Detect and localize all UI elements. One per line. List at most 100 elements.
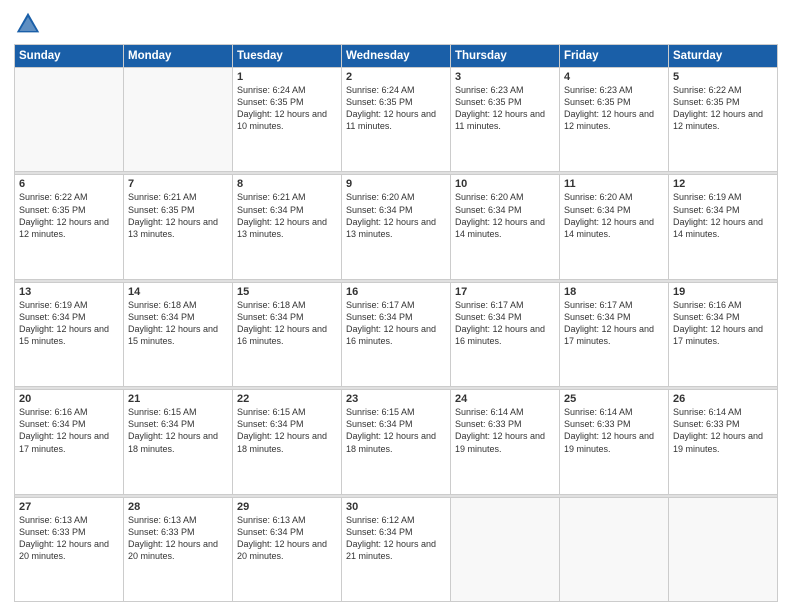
day-number: 21 bbox=[128, 393, 228, 405]
weekday-header: Tuesday bbox=[233, 45, 342, 68]
calendar-week-row: 13Sunrise: 6:19 AM Sunset: 6:34 PM Dayli… bbox=[15, 282, 778, 386]
calendar-cell: 4Sunrise: 6:23 AM Sunset: 6:35 PM Daylig… bbox=[560, 68, 669, 172]
calendar-cell: 20Sunrise: 6:16 AM Sunset: 6:34 PM Dayli… bbox=[15, 390, 124, 494]
calendar-cell bbox=[669, 497, 778, 601]
calendar-cell: 2Sunrise: 6:24 AM Sunset: 6:35 PM Daylig… bbox=[342, 68, 451, 172]
day-info: Sunrise: 6:24 AM Sunset: 6:35 PM Dayligh… bbox=[346, 84, 446, 133]
calendar-cell: 6Sunrise: 6:22 AM Sunset: 6:35 PM Daylig… bbox=[15, 175, 124, 279]
calendar-cell: 8Sunrise: 6:21 AM Sunset: 6:34 PM Daylig… bbox=[233, 175, 342, 279]
day-number: 12 bbox=[673, 178, 773, 190]
day-info: Sunrise: 6:14 AM Sunset: 6:33 PM Dayligh… bbox=[673, 406, 773, 455]
calendar-cell: 30Sunrise: 6:12 AM Sunset: 6:34 PM Dayli… bbox=[342, 497, 451, 601]
calendar-cell: 11Sunrise: 6:20 AM Sunset: 6:34 PM Dayli… bbox=[560, 175, 669, 279]
header bbox=[14, 10, 778, 38]
calendar-cell: 25Sunrise: 6:14 AM Sunset: 6:33 PM Dayli… bbox=[560, 390, 669, 494]
day-info: Sunrise: 6:19 AM Sunset: 6:34 PM Dayligh… bbox=[673, 191, 773, 240]
day-info: Sunrise: 6:15 AM Sunset: 6:34 PM Dayligh… bbox=[237, 406, 337, 455]
calendar-week-row: 1Sunrise: 6:24 AM Sunset: 6:35 PM Daylig… bbox=[15, 68, 778, 172]
day-number: 5 bbox=[673, 71, 773, 83]
calendar-cell: 29Sunrise: 6:13 AM Sunset: 6:34 PM Dayli… bbox=[233, 497, 342, 601]
calendar-week-row: 27Sunrise: 6:13 AM Sunset: 6:33 PM Dayli… bbox=[15, 497, 778, 601]
day-number: 9 bbox=[346, 178, 446, 190]
day-number: 7 bbox=[128, 178, 228, 190]
weekday-header: Saturday bbox=[669, 45, 778, 68]
calendar-cell: 10Sunrise: 6:20 AM Sunset: 6:34 PM Dayli… bbox=[451, 175, 560, 279]
weekday-header: Friday bbox=[560, 45, 669, 68]
day-number: 18 bbox=[564, 286, 664, 298]
day-info: Sunrise: 6:21 AM Sunset: 6:34 PM Dayligh… bbox=[237, 191, 337, 240]
day-number: 22 bbox=[237, 393, 337, 405]
calendar-cell: 21Sunrise: 6:15 AM Sunset: 6:34 PM Dayli… bbox=[124, 390, 233, 494]
day-number: 1 bbox=[237, 71, 337, 83]
weekday-header: Sunday bbox=[15, 45, 124, 68]
calendar-cell: 23Sunrise: 6:15 AM Sunset: 6:34 PM Dayli… bbox=[342, 390, 451, 494]
day-info: Sunrise: 6:17 AM Sunset: 6:34 PM Dayligh… bbox=[455, 299, 555, 348]
day-number: 14 bbox=[128, 286, 228, 298]
day-info: Sunrise: 6:15 AM Sunset: 6:34 PM Dayligh… bbox=[128, 406, 228, 455]
day-number: 17 bbox=[455, 286, 555, 298]
calendar-cell bbox=[451, 497, 560, 601]
weekday-header: Wednesday bbox=[342, 45, 451, 68]
calendar-cell: 13Sunrise: 6:19 AM Sunset: 6:34 PM Dayli… bbox=[15, 282, 124, 386]
calendar-cell: 1Sunrise: 6:24 AM Sunset: 6:35 PM Daylig… bbox=[233, 68, 342, 172]
day-info: Sunrise: 6:22 AM Sunset: 6:35 PM Dayligh… bbox=[19, 191, 119, 240]
day-number: 23 bbox=[346, 393, 446, 405]
calendar-cell: 5Sunrise: 6:22 AM Sunset: 6:35 PM Daylig… bbox=[669, 68, 778, 172]
day-info: Sunrise: 6:23 AM Sunset: 6:35 PM Dayligh… bbox=[455, 84, 555, 133]
day-info: Sunrise: 6:16 AM Sunset: 6:34 PM Dayligh… bbox=[673, 299, 773, 348]
day-number: 13 bbox=[19, 286, 119, 298]
day-number: 25 bbox=[564, 393, 664, 405]
day-number: 26 bbox=[673, 393, 773, 405]
day-info: Sunrise: 6:18 AM Sunset: 6:34 PM Dayligh… bbox=[128, 299, 228, 348]
day-info: Sunrise: 6:20 AM Sunset: 6:34 PM Dayligh… bbox=[346, 191, 446, 240]
calendar-cell bbox=[15, 68, 124, 172]
day-info: Sunrise: 6:13 AM Sunset: 6:33 PM Dayligh… bbox=[19, 514, 119, 563]
day-info: Sunrise: 6:23 AM Sunset: 6:35 PM Dayligh… bbox=[564, 84, 664, 133]
day-info: Sunrise: 6:21 AM Sunset: 6:35 PM Dayligh… bbox=[128, 191, 228, 240]
day-info: Sunrise: 6:20 AM Sunset: 6:34 PM Dayligh… bbox=[564, 191, 664, 240]
calendar-cell: 16Sunrise: 6:17 AM Sunset: 6:34 PM Dayli… bbox=[342, 282, 451, 386]
calendar-cell: 14Sunrise: 6:18 AM Sunset: 6:34 PM Dayli… bbox=[124, 282, 233, 386]
day-info: Sunrise: 6:14 AM Sunset: 6:33 PM Dayligh… bbox=[455, 406, 555, 455]
day-info: Sunrise: 6:17 AM Sunset: 6:34 PM Dayligh… bbox=[564, 299, 664, 348]
day-number: 10 bbox=[455, 178, 555, 190]
day-info: Sunrise: 6:13 AM Sunset: 6:33 PM Dayligh… bbox=[128, 514, 228, 563]
calendar-cell bbox=[124, 68, 233, 172]
calendar-cell: 3Sunrise: 6:23 AM Sunset: 6:35 PM Daylig… bbox=[451, 68, 560, 172]
calendar-table: SundayMondayTuesdayWednesdayThursdayFrid… bbox=[14, 44, 778, 602]
day-number: 27 bbox=[19, 501, 119, 513]
day-info: Sunrise: 6:24 AM Sunset: 6:35 PM Dayligh… bbox=[237, 84, 337, 133]
calendar-cell: 28Sunrise: 6:13 AM Sunset: 6:33 PM Dayli… bbox=[124, 497, 233, 601]
calendar-week-row: 20Sunrise: 6:16 AM Sunset: 6:34 PM Dayli… bbox=[15, 390, 778, 494]
day-number: 16 bbox=[346, 286, 446, 298]
day-info: Sunrise: 6:13 AM Sunset: 6:34 PM Dayligh… bbox=[237, 514, 337, 563]
day-info: Sunrise: 6:22 AM Sunset: 6:35 PM Dayligh… bbox=[673, 84, 773, 133]
calendar-week-row: 6Sunrise: 6:22 AM Sunset: 6:35 PM Daylig… bbox=[15, 175, 778, 279]
day-number: 3 bbox=[455, 71, 555, 83]
day-number: 29 bbox=[237, 501, 337, 513]
day-number: 2 bbox=[346, 71, 446, 83]
day-info: Sunrise: 6:18 AM Sunset: 6:34 PM Dayligh… bbox=[237, 299, 337, 348]
calendar-cell: 26Sunrise: 6:14 AM Sunset: 6:33 PM Dayli… bbox=[669, 390, 778, 494]
day-number: 24 bbox=[455, 393, 555, 405]
day-number: 15 bbox=[237, 286, 337, 298]
calendar-cell: 12Sunrise: 6:19 AM Sunset: 6:34 PM Dayli… bbox=[669, 175, 778, 279]
calendar-cell: 7Sunrise: 6:21 AM Sunset: 6:35 PM Daylig… bbox=[124, 175, 233, 279]
weekday-header: Monday bbox=[124, 45, 233, 68]
day-number: 11 bbox=[564, 178, 664, 190]
calendar-cell: 27Sunrise: 6:13 AM Sunset: 6:33 PM Dayli… bbox=[15, 497, 124, 601]
logo bbox=[14, 10, 44, 38]
calendar-cell: 9Sunrise: 6:20 AM Sunset: 6:34 PM Daylig… bbox=[342, 175, 451, 279]
day-info: Sunrise: 6:14 AM Sunset: 6:33 PM Dayligh… bbox=[564, 406, 664, 455]
day-number: 28 bbox=[128, 501, 228, 513]
weekday-header: Thursday bbox=[451, 45, 560, 68]
calendar-cell: 24Sunrise: 6:14 AM Sunset: 6:33 PM Dayli… bbox=[451, 390, 560, 494]
day-number: 6 bbox=[19, 178, 119, 190]
calendar-cell: 22Sunrise: 6:15 AM Sunset: 6:34 PM Dayli… bbox=[233, 390, 342, 494]
day-info: Sunrise: 6:12 AM Sunset: 6:34 PM Dayligh… bbox=[346, 514, 446, 563]
page: SundayMondayTuesdayWednesdayThursdayFrid… bbox=[0, 0, 792, 612]
day-info: Sunrise: 6:16 AM Sunset: 6:34 PM Dayligh… bbox=[19, 406, 119, 455]
calendar-cell: 15Sunrise: 6:18 AM Sunset: 6:34 PM Dayli… bbox=[233, 282, 342, 386]
day-number: 19 bbox=[673, 286, 773, 298]
day-number: 30 bbox=[346, 501, 446, 513]
